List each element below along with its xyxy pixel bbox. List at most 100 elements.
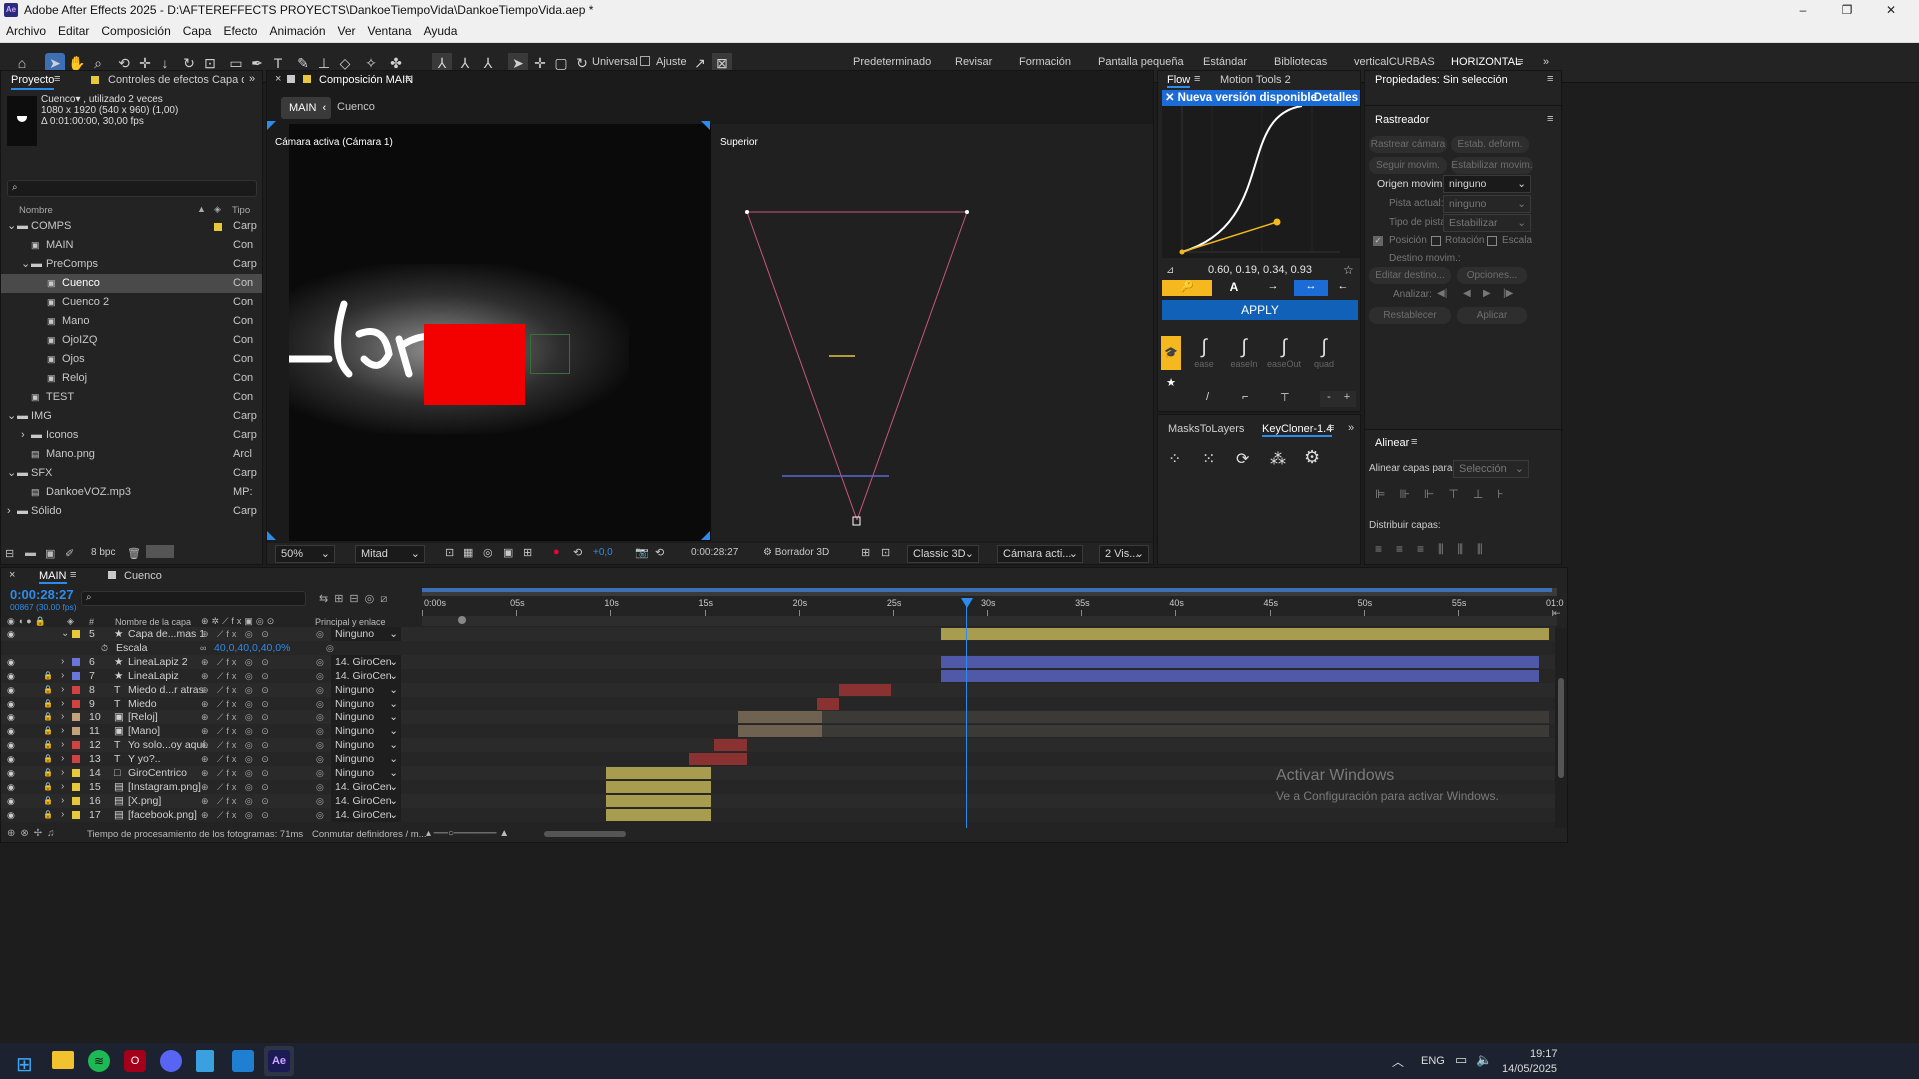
analyze-prev-icon[interactable]: ◀	[1463, 288, 1471, 299]
language-indicator[interactable]: ENG	[1421, 1055, 1445, 1067]
ws-horizontal[interactable]: HORIZONTAL	[1451, 56, 1521, 68]
tipo-dropdown[interactable]: Estabilizar ⌄	[1443, 214, 1531, 232]
notepad-icon[interactable]	[196, 1050, 214, 1072]
eye-icon[interactable]: ◉	[7, 669, 15, 683]
renderer-dropdown[interactable]: Classic 3D ⌄	[907, 545, 979, 563]
list-item[interactable]: ⌄ ▬ COMPS Carp	[1, 217, 262, 236]
lock-icon[interactable]: 🔒	[43, 669, 53, 683]
viewer-active-camera[interactable]	[289, 124, 711, 541]
apply-button[interactable]: APPLY	[1162, 300, 1358, 320]
pickwhip-icon[interactable]: ◎	[316, 738, 324, 752]
menu-editar[interactable]: Editar	[52, 20, 95, 38]
layer-duration-bar[interactable]	[822, 725, 1549, 738]
project-menu-icon[interactable]: ≡	[54, 73, 60, 85]
v-scrollbar[interactable]	[1555, 628, 1567, 828]
lock-icon[interactable]: 🔒	[43, 780, 53, 794]
tab-proyecto[interactable]: Proyecto	[11, 74, 55, 90]
label-color[interactable]	[72, 796, 80, 805]
expand-icon[interactable]: ›	[61, 724, 64, 738]
stabilize-motion-button[interactable]: Estabilizar movim.	[1451, 157, 1533, 174]
label-color[interactable]	[72, 810, 80, 819]
close-tab-icon[interactable]: ×	[9, 569, 15, 581]
opera-icon[interactable]: O	[124, 1050, 146, 1072]
list-item[interactable]: ▣ OjoIZQ Con	[1, 223, 262, 350]
menu-ayuda[interactable]: Ayuda	[418, 20, 464, 38]
preset-easeout[interactable]: ∫ easeOut	[1266, 336, 1302, 369]
close-icon[interactable]: ✕	[1869, 0, 1913, 20]
menu-ventana[interactable]: Ventana	[362, 20, 418, 38]
scale-checkbox[interactable]	[1487, 236, 1497, 246]
layer-switches[interactable]: ⊕ ⟋fx ◎ ⊙	[201, 655, 272, 669]
project-search-input[interactable]: ⌕	[7, 180, 257, 197]
layer-name[interactable]: [Mano]	[128, 724, 160, 738]
label-color[interactable]	[72, 685, 80, 694]
expand-icon[interactable]: ›	[61, 683, 64, 697]
stopwatch-icon[interactable]: ⏱	[101, 641, 108, 655]
col-tipo[interactable]: Tipo	[232, 205, 250, 216]
parent-dropdown[interactable]: Ninguno ⌄	[331, 696, 401, 711]
layer-name[interactable]: GiroCentrico	[128, 766, 187, 780]
parent-dropdown[interactable]: 14. GiroCen ⌄	[331, 807, 401, 822]
lock-icon[interactable]: 🔒	[43, 683, 53, 697]
parent-dropdown[interactable]: Ninguno ⌄	[331, 738, 401, 753]
layer-duration-bar[interactable]	[738, 711, 822, 724]
expand-icon[interactable]: ›	[61, 669, 64, 683]
layer-switches[interactable]: ⊕ ⟋fx ◎ ⊙	[201, 710, 272, 724]
properties-menu-icon[interactable]: ≡	[1547, 73, 1553, 85]
lock-icon[interactable]: 🔒	[43, 808, 53, 822]
layer-duration-bar[interactable]	[606, 808, 711, 821]
layer-name[interactable]: LineaLapiz 2	[128, 655, 188, 669]
tab-motion-tools[interactable]: Motion Tools 2	[1220, 74, 1291, 86]
expand-icon[interactable]: ›	[61, 655, 64, 669]
parent-dropdown[interactable]: 14. GiroCen ⌄	[331, 668, 401, 683]
lock-icon[interactable]: 🔒	[43, 697, 53, 711]
analyze-next-icon[interactable]: ▶	[1483, 288, 1491, 299]
tray-chevron-icon[interactable]: ︿	[1392, 1053, 1404, 1070]
lock-icon[interactable]: 🔒	[43, 710, 53, 724]
reset-exposure-icon[interactable]: ⟲	[573, 546, 582, 559]
expand-icon[interactable]: ›	[61, 766, 64, 780]
layer-duration-bar[interactable]	[689, 753, 747, 766]
end-marker-icon[interactable]: ⇤	[1553, 608, 1561, 619]
lock-icon[interactable]: 🔒	[43, 738, 53, 752]
pickwhip-icon[interactable]: ◎	[316, 683, 324, 697]
align-to-dropdown[interactable]: Selección ⌄	[1453, 460, 1529, 478]
preset-quad[interactable]: ∫ quad	[1306, 336, 1342, 369]
photos-icon[interactable]	[232, 1050, 254, 1072]
guides-icon[interactable]: ▣	[503, 546, 513, 559]
tab-keycloner[interactable]: KeyCloner-1.4	[1262, 423, 1333, 437]
arrow-right-icon[interactable]: →	[1258, 280, 1288, 296]
layer-duration-bar[interactable]	[941, 655, 1539, 668]
bezier-values[interactable]: 0.60, 0.19, 0.34, 0.93	[1208, 264, 1312, 276]
expand-icon[interactable]: ›	[61, 738, 64, 752]
list-item[interactable]: ▣ MAIN Con	[1, 223, 262, 255]
pista-dropdown[interactable]: ninguno ⌄	[1443, 195, 1531, 213]
comp-time[interactable]: 0:00:28:27	[691, 547, 738, 558]
layer-row[interactable]: ◉ 🔒 › 11 ▣ [Mano] ⊕ ⟋fx ◎ ⊙ ◎ Ninguno ⌄	[1, 724, 1555, 739]
network-icon[interactable]: ▭	[1455, 1052, 1467, 1068]
text-mode-icon[interactable]: A	[1216, 280, 1252, 296]
layer-name[interactable]: Capa de...mas 1	[128, 627, 205, 641]
expand-icon[interactable]: ›	[61, 710, 64, 724]
extended-viewer-icon[interactable]: ⊡	[881, 546, 890, 559]
color-swatch[interactable]	[146, 545, 174, 558]
layer-row[interactable]: ◉ 🔒 › 12 T Yo solo...oy aquí. ⊕ ⟋fx ◎ ⊙ ◎ Ningun…	[1, 738, 1555, 753]
pickwhip-icon[interactable]: ◎	[316, 655, 324, 669]
keyframe-mode-icon[interactable]: 🔑	[1162, 280, 1212, 296]
current-time[interactable]: 0:00:28:27	[10, 587, 74, 602]
layer-switches[interactable]: ⊕ ⟋fx ◎ ⊙	[201, 780, 272, 794]
menu-ver[interactable]: Ver	[332, 20, 362, 38]
layer-row[interactable]: ◉ 🔒 › 9 T Miedo ⊕ ⟋fx ◎ ⊙ ◎ Ninguno ⌄	[1, 696, 1555, 711]
timeline-switch-icons[interactable]: ⇆⊞⊟◎⧄	[319, 592, 393, 606]
eye-icon[interactable]: ◉	[7, 627, 15, 641]
parent-dropdown[interactable]: 14. GiroCen ⌄	[331, 793, 401, 808]
preset-linear-icon[interactable]: /	[1206, 391, 1209, 403]
ws-formacion[interactable]: Formación	[1019, 56, 1071, 68]
layer-row[interactable]: ◉ › 6 ★ LineaLapiz 2 ⊕ ⟋fx ◎ ⊙ ◎ 14. GiroCen ⌄	[1, 654, 1555, 669]
favorites-icon[interactable]: ★	[1161, 376, 1181, 400]
label-col-icon[interactable]: ◈	[67, 616, 74, 627]
tab-flow[interactable]: Flow	[1167, 74, 1191, 88]
expand-icon[interactable]: ›	[61, 808, 64, 822]
label-color[interactable]	[72, 755, 80, 764]
label-color[interactable]	[72, 782, 80, 791]
